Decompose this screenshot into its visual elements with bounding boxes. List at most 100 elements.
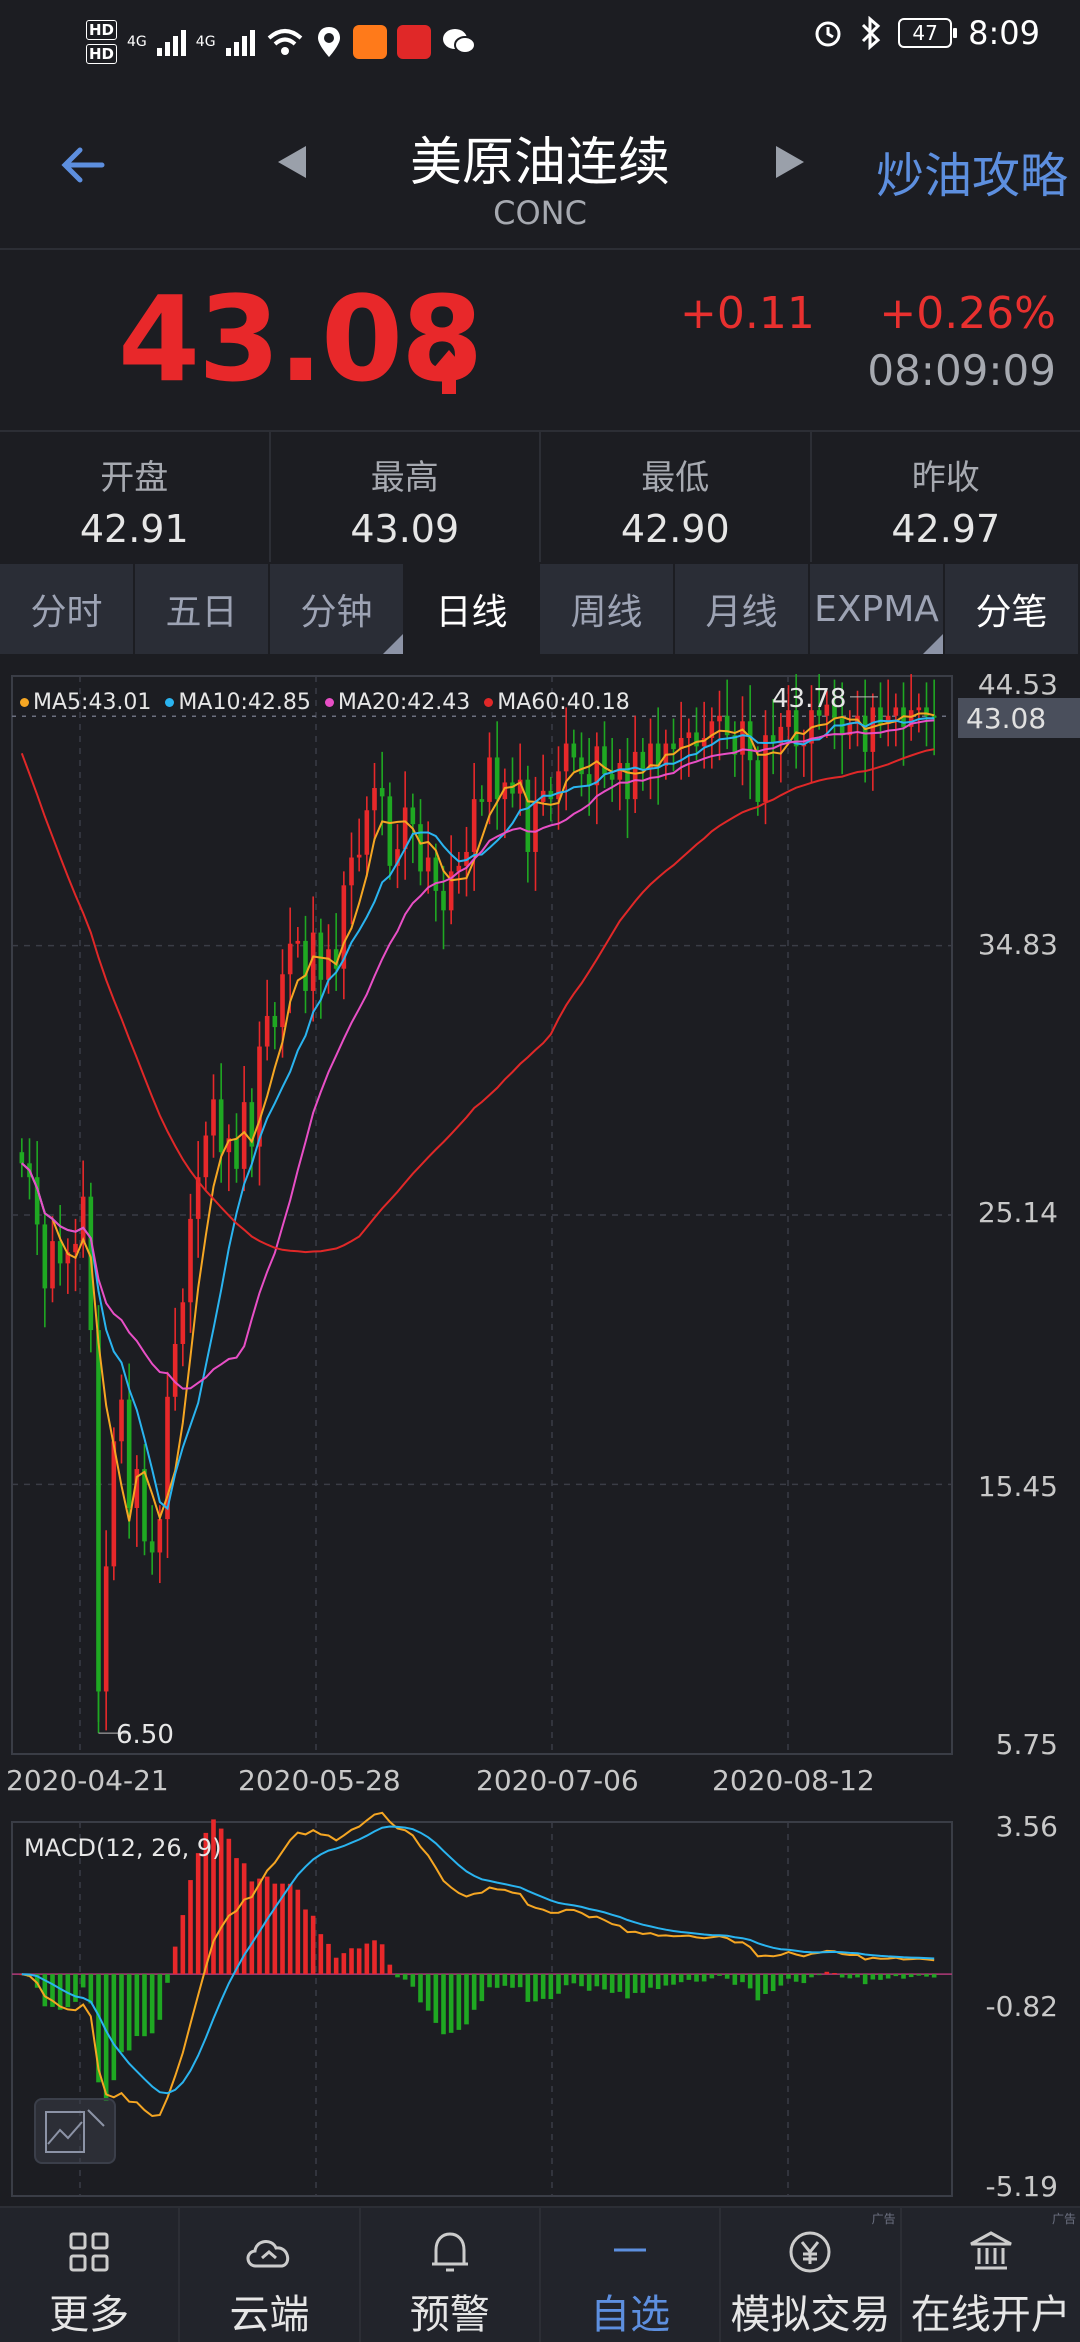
macd-histogram-bar	[625, 1974, 630, 1998]
candle-body	[142, 1469, 147, 1541]
candle-body	[487, 757, 492, 801]
ma5-line	[22, 714, 934, 1522]
macd-tick: -0.82	[986, 1990, 1058, 2023]
macd-histogram-bar	[710, 1974, 715, 1978]
previous-contract-icon[interactable]	[278, 146, 306, 178]
macd-histogram-bar	[748, 1974, 753, 1988]
macd-histogram-bar	[158, 1974, 163, 2020]
nav-open-account[interactable]: 在线开户 广告	[902, 2208, 1080, 2342]
macd-histogram-bar	[763, 1974, 768, 1994]
macd-histogram-bar	[457, 1974, 462, 2030]
tab-weekly[interactable]: 周线	[540, 564, 675, 654]
macd-histogram-bar	[848, 1974, 853, 1978]
candle-body	[418, 824, 423, 871]
nav-watchlist[interactable]: 自选	[541, 2208, 721, 2342]
wechat-icon	[441, 26, 477, 58]
macd-histogram-bar	[641, 1974, 646, 1993]
macd-histogram-bar	[786, 1974, 791, 1979]
macd-histogram-bar	[725, 1974, 730, 1979]
macd-histogram-bar	[832, 1973, 837, 1974]
nav-more[interactable]: 更多	[0, 2208, 180, 2342]
candle-body	[579, 757, 584, 774]
candle-body	[641, 752, 646, 769]
back-arrow-icon[interactable]	[58, 140, 108, 190]
nav-cloud[interactable]: 云端	[180, 2208, 360, 2342]
chart-tool-button[interactable]	[34, 2098, 116, 2164]
y-tick: 5.75	[996, 1728, 1058, 1761]
candle-body	[840, 719, 845, 736]
candle-body	[150, 1541, 155, 1552]
x-tick: 2020-04-21	[6, 1764, 169, 1797]
status-bar: HD HD 4G 4G 47 8:09	[0, 0, 1080, 80]
candle-body	[173, 1344, 178, 1397]
macd-histogram-bar	[702, 1974, 707, 1981]
candle-body	[50, 1241, 55, 1288]
clock: 8:09	[968, 14, 1040, 52]
tab-minute[interactable]: 分钟	[270, 564, 405, 654]
macd-histogram-bar	[518, 1974, 523, 1987]
oil-guide-link[interactable]: 炒油攻略	[876, 136, 1068, 206]
macd-histogram-bar	[372, 1940, 377, 1974]
candle-body	[372, 788, 377, 810]
macd-histogram-bar	[802, 1974, 807, 1983]
macd-histogram-bar	[894, 1974, 899, 1976]
macd-histogram-bar	[503, 1974, 508, 1986]
candle-body	[495, 757, 500, 799]
signal-icon	[157, 28, 186, 56]
signal-icon-2	[226, 28, 255, 56]
tab-expma[interactable]: EXPMA	[810, 564, 945, 654]
candle-body	[434, 858, 439, 891]
nav-sim-trade[interactable]: 模拟交易 广告	[721, 2208, 901, 2342]
macd-histogram-bar	[587, 1974, 592, 1991]
macd-histogram-bar	[648, 1974, 653, 1988]
macd-histogram-bar	[127, 1974, 132, 2050]
macd-histogram-bar	[717, 1974, 722, 1976]
macd-histogram-bar	[526, 1974, 531, 2002]
nav-alert[interactable]: 预警	[361, 2208, 541, 2342]
candle-body	[181, 1302, 186, 1344]
candle-body	[717, 716, 722, 722]
candle-body	[112, 1441, 117, 1566]
macd-histogram-bar	[809, 1974, 814, 1977]
y-tick: 15.45	[978, 1470, 1058, 1503]
macd-histogram-bar	[365, 1944, 370, 1975]
macd-histogram-bar	[533, 1974, 538, 2001]
candle-body	[204, 1135, 209, 1177]
macd-histogram-bar	[296, 1890, 301, 1974]
macd-histogram-bar	[472, 1974, 477, 2010]
candlestick-chart[interactable]	[0, 660, 1080, 2205]
macd-histogram-bar	[334, 1958, 339, 1974]
candle-body	[610, 774, 615, 780]
candle-body	[556, 771, 561, 799]
candle-body	[533, 802, 538, 852]
tab-five-day[interactable]: 五日	[135, 564, 270, 654]
candle-body	[349, 858, 354, 886]
macd-histogram-bar	[671, 1974, 676, 1985]
dropdown-corner-icon	[923, 634, 943, 654]
hd-icon: HD HD	[86, 20, 117, 64]
next-contract-icon[interactable]	[776, 146, 804, 178]
legend-ma10: MA10:42.85	[165, 690, 310, 715]
macd-histogram-bar	[924, 1974, 929, 1976]
tab-ticks[interactable]: 分笔	[945, 564, 1080, 654]
x-tick: 2020-05-28	[238, 1764, 401, 1797]
candle-body	[388, 796, 393, 865]
grid-icon	[67, 2230, 111, 2274]
macd-label: MACD(12, 26, 9)	[24, 1834, 222, 1862]
tab-intraday[interactable]: 分时	[0, 564, 135, 654]
tab-daily[interactable]: 日线	[405, 564, 540, 654]
macd-histogram-bar	[188, 1880, 193, 1974]
candle-body	[357, 855, 362, 858]
macd-histogram-bar	[395, 1974, 400, 1977]
macd-histogram-bar	[687, 1974, 692, 1980]
location-icon	[315, 25, 343, 59]
macd-histogram-bar	[886, 1974, 891, 1978]
x-tick: 2020-08-12	[712, 1764, 875, 1797]
bluetooth-icon	[860, 16, 882, 50]
bank-icon	[967, 2228, 1015, 2276]
tab-monthly[interactable]: 月线	[675, 564, 810, 654]
candle-body	[58, 1241, 63, 1263]
macd-histogram-bar	[342, 1953, 347, 1974]
ma-legend: MA5:43.01 MA10:42.85 MA20:42.43 MA60:40.…	[20, 690, 630, 715]
up-arrow-icon	[430, 348, 468, 396]
